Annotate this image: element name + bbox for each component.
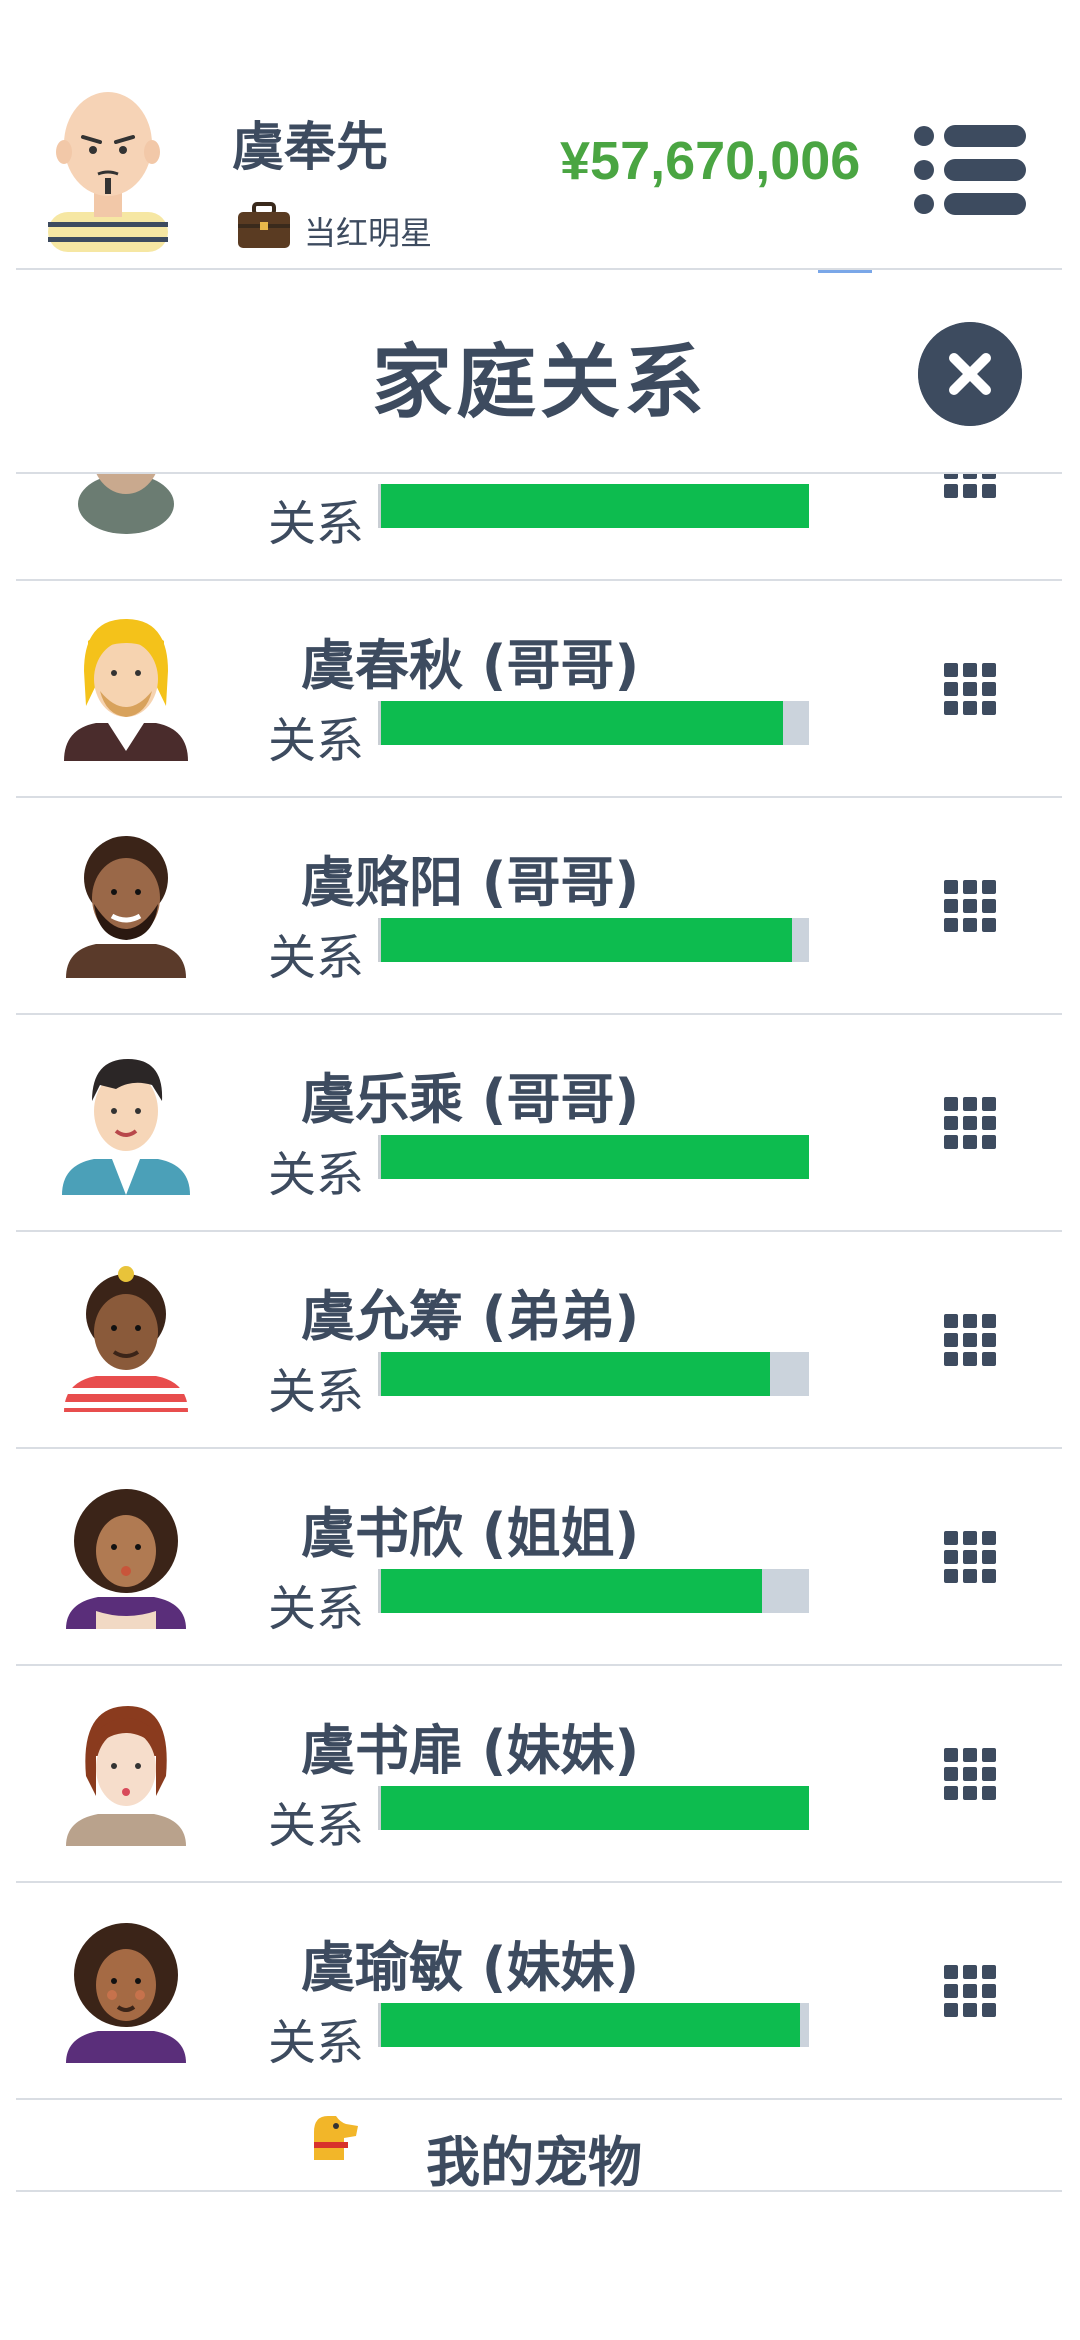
- player-header: 虞奉先 当红明星 ¥57,670,006: [0, 0, 1080, 270]
- avatar-young-man-icon: [62, 1059, 190, 1195]
- relationship-label: 关系: [268, 496, 365, 552]
- family-member-row[interactable]: 关系: [16, 474, 1062, 581]
- avatar-brunette-woman-icon: [66, 1706, 186, 1846]
- player-avatar-icon[interactable]: [38, 82, 178, 252]
- relationship-label: 关系: [268, 1364, 365, 1420]
- relationship-bar-fill: [381, 484, 809, 528]
- relationship-bar: [378, 918, 809, 962]
- relationship-bar-fill: [381, 1135, 809, 1179]
- member-name: 虞赂阳 (哥哥): [301, 851, 640, 914]
- close-icon[interactable]: [918, 322, 1022, 426]
- family-member-row[interactable]: 虞春秋 (哥哥) 关系: [16, 581, 1062, 798]
- relationship-bar: [378, 484, 809, 528]
- grid-menu-icon[interactable]: [944, 1531, 996, 1583]
- relationship-bar-fill: [381, 1352, 771, 1396]
- family-list-content: 关系 虞春秋 (哥哥) 关系 虞赂阳 (哥哥) 关系 虞乐乘 (哥哥) 关系 虞允筹 (弟弟)…: [16, 474, 1062, 2100]
- list-menu-icon[interactable]: [910, 120, 1028, 220]
- family-list[interactable]: 关系 虞春秋 (哥哥) 关系 虞赂阳 (哥哥) 关系 虞乐乘 (哥哥) 关系 虞允筹 (弟弟)…: [16, 474, 1062, 2194]
- relationship-bar: [378, 1786, 809, 1830]
- grid-menu-icon[interactable]: [944, 663, 996, 715]
- header-accent-line: [818, 270, 872, 273]
- relationship-label: 关系: [268, 1581, 365, 1637]
- relationship-label: 关系: [268, 1798, 365, 1854]
- money-balance: ¥57,670,006: [560, 131, 861, 191]
- relationship-bar-fill: [381, 2003, 801, 2047]
- family-member-row[interactable]: 虞允筹 (弟弟) 关系: [16, 1232, 1062, 1449]
- grid-menu-icon[interactable]: [944, 1314, 996, 1366]
- member-name: 虞书扉 (妹妹): [301, 1719, 640, 1782]
- dog-icon: [314, 2116, 358, 2160]
- relationship-label: 关系: [268, 713, 365, 769]
- family-member-row[interactable]: 虞赂阳 (哥哥) 关系: [16, 798, 1062, 1015]
- bottom-divider: [16, 2190, 1062, 2192]
- relationship-bar-fill: [381, 918, 792, 962]
- avatar-blonde-bearded-man-icon: [64, 619, 188, 761]
- avatar-partial-icon: [78, 474, 174, 534]
- grid-menu-icon[interactable]: [944, 880, 996, 932]
- avatar-striped-shirt-boy-icon: [64, 1266, 188, 1412]
- avatar-curly-girl-icon: [66, 1923, 186, 2063]
- member-name: 虞瑜敏 (妹妹): [301, 1936, 640, 1999]
- my-pets-label: 我的宠物: [426, 2131, 642, 2190]
- member-name: 虞允筹 (弟弟): [301, 1285, 640, 1348]
- grid-menu-icon[interactable]: [944, 474, 996, 498]
- relationship-bar: [378, 1135, 809, 1179]
- relationship-bar: [378, 2003, 809, 2047]
- member-name: 虞春秋 (哥哥): [301, 634, 640, 697]
- relationship-label: 关系: [268, 930, 365, 986]
- grid-menu-icon[interactable]: [944, 1097, 996, 1149]
- grid-menu-icon[interactable]: [944, 1748, 996, 1800]
- member-name: 虞书欣 (姐姐): [301, 1502, 640, 1565]
- job-title: 当红明星: [304, 214, 433, 252]
- relationship-bar-fill: [381, 1786, 809, 1830]
- family-member-row[interactable]: 虞书欣 (姐姐) 关系: [16, 1449, 1062, 1666]
- header-divider: [16, 268, 1062, 270]
- relationship-bar: [378, 701, 809, 745]
- relationship-bar: [378, 1352, 809, 1396]
- family-member-row[interactable]: 虞书扉 (妹妹) 关系: [16, 1666, 1062, 1883]
- relationship-bar: [378, 1569, 809, 1613]
- grid-menu-icon[interactable]: [944, 1965, 996, 2017]
- relationship-label: 关系: [268, 1147, 365, 1203]
- briefcase-icon: [238, 202, 290, 248]
- relationship-bar-fill: [381, 701, 784, 745]
- my-pets-row[interactable]: 我的宠物: [16, 2050, 1062, 2190]
- member-name: 虞乐乘 (哥哥): [301, 1068, 640, 1131]
- avatar-curly-bearded-man-icon: [66, 836, 186, 978]
- family-member-row[interactable]: 虞乐乘 (哥哥) 关系: [16, 1015, 1062, 1232]
- relationship-bar-fill: [381, 1569, 762, 1613]
- player-name: 虞奉先: [232, 118, 389, 178]
- avatar-curly-woman-icon: [66, 1489, 186, 1629]
